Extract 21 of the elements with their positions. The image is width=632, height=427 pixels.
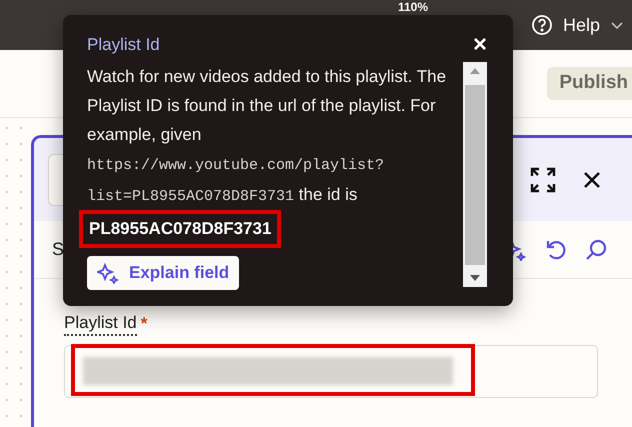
sparkle-icon	[97, 262, 119, 284]
publish-button[interactable]: Publish	[547, 67, 632, 100]
search-icon[interactable]	[584, 238, 608, 262]
help-text: Watch for new videos added to this playlist. The Playlist ID is found in the url of the playlist. For example, given https://www.youtube.com/playlist?list=PL8955AC078D8F3731 the id is	[87, 66, 447, 207]
zoom-level[interactable]: 110%	[398, 0, 428, 14]
chevron-down-icon[interactable]	[610, 20, 624, 30]
scroll-down-icon[interactable]	[470, 275, 480, 281]
scroll-up-icon[interactable]	[470, 68, 480, 74]
section-label: S	[52, 238, 64, 261]
scrollbar[interactable]	[463, 62, 487, 287]
required-mark: *	[140, 313, 148, 335]
playlist-id-field[interactable]	[64, 344, 598, 398]
explain-field-button[interactable]: Explain field	[87, 256, 240, 290]
field-label: Playlist Id	[64, 312, 137, 336]
close-icon[interactable]	[582, 170, 602, 190]
close-button[interactable]: ×	[472, 33, 487, 57]
help-icon[interactable]	[530, 14, 553, 36]
example-id: PL8955AC078D8F3731	[79, 210, 282, 248]
expand-icon[interactable]	[530, 166, 556, 192]
tooltip-title: Playlist Id	[87, 34, 160, 56]
help-menu[interactable]: Help	[562, 12, 600, 38]
